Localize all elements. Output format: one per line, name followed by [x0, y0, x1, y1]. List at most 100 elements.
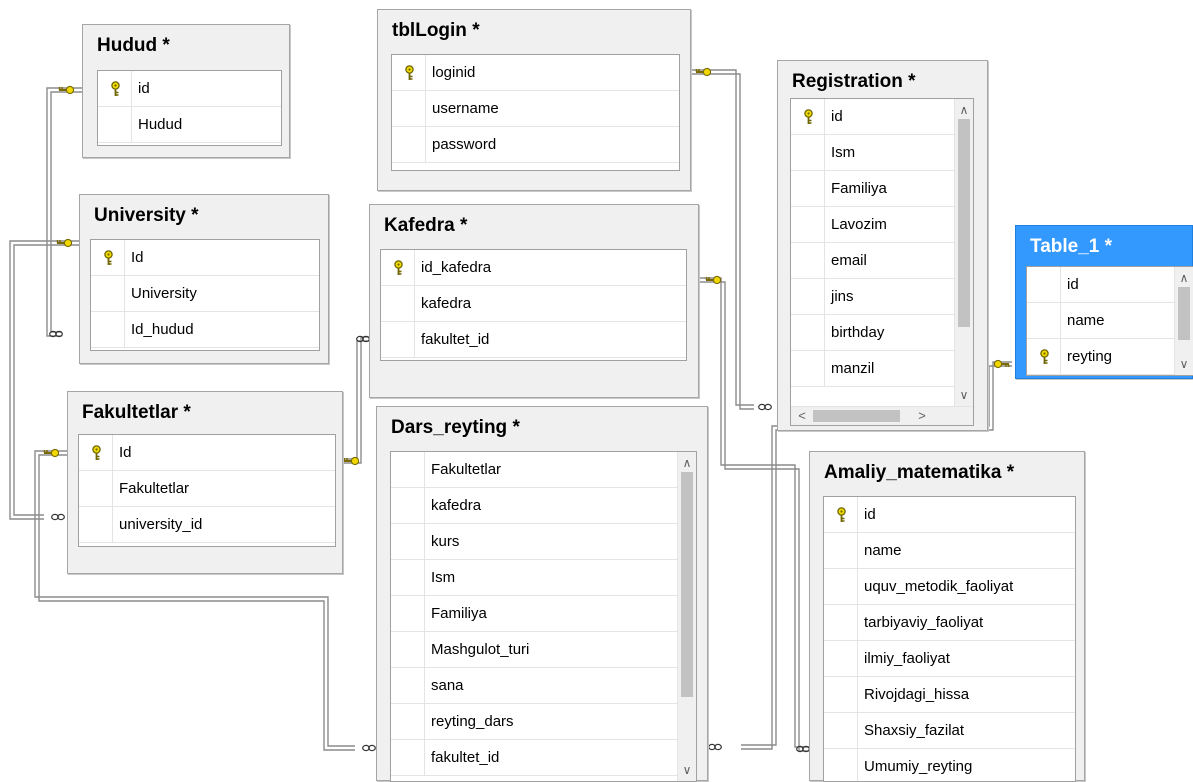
column-row[interactable]: Ism — [391, 560, 677, 596]
horizontal-scrollbar[interactable]: < > — [791, 406, 973, 425]
row-selector[interactable] — [1027, 267, 1061, 302]
table-registration[interactable]: Registration * id Ism Familiya Lavozim email… — [777, 60, 988, 431]
row-selector[interactable] — [824, 533, 858, 568]
scroll-up-arrow-icon[interactable]: ∧ — [678, 456, 696, 470]
column-row[interactable]: Umumiy_reyting — [824, 749, 1075, 781]
row-selector[interactable] — [791, 279, 825, 314]
table-amaliy-matematika[interactable]: Amaliy_matematika * id name uquv_metodik_f… — [809, 451, 1085, 782]
scroll-up-arrow-icon[interactable]: ∧ — [1175, 271, 1193, 285]
column-row[interactable]: jins — [791, 279, 954, 315]
row-selector[interactable] — [391, 560, 425, 595]
row-selector[interactable] — [79, 471, 113, 506]
column-row[interactable]: kafedra — [391, 488, 677, 524]
column-row[interactable]: birthday — [791, 315, 954, 351]
row-selector[interactable] — [824, 569, 858, 604]
row-selector[interactable] — [791, 243, 825, 278]
row-selector[interactable] — [91, 312, 125, 347]
scroll-left-arrow-icon[interactable]: < — [793, 408, 811, 424]
column-row[interactable]: username — [392, 91, 679, 127]
row-selector[interactable] — [824, 605, 858, 640]
column-row[interactable]: password — [392, 127, 679, 163]
scroll-right-arrow-icon[interactable]: > — [913, 408, 931, 424]
row-selector[interactable] — [791, 315, 825, 350]
scroll-down-arrow-icon[interactable]: ∨ — [678, 763, 696, 777]
row-selector[interactable] — [791, 207, 825, 242]
row-selector[interactable] — [391, 632, 425, 667]
row-selector[interactable] — [392, 91, 426, 126]
column-row[interactable]: Ism — [791, 135, 954, 171]
table-university[interactable]: University * Id University Id_hudud — [79, 194, 329, 364]
scroll-down-arrow-icon[interactable]: ∨ — [1175, 357, 1193, 371]
column-row[interactable]: Fakultetlar — [79, 471, 335, 507]
column-row[interactable]: name — [824, 533, 1075, 569]
row-selector[interactable] — [391, 704, 425, 739]
column-row[interactable]: sana — [391, 668, 677, 704]
row-selector[interactable] — [391, 452, 425, 487]
scrollbar-thumb[interactable] — [813, 410, 900, 422]
column-row[interactable]: loginid — [392, 55, 679, 91]
scroll-up-arrow-icon[interactable]: ∧ — [955, 103, 973, 117]
row-selector[interactable] — [391, 668, 425, 703]
table-dars-reyting[interactable]: Dars_reyting * Fakultetlar kafedra kurs Ism… — [376, 406, 708, 782]
column-row[interactable]: Rivojdagi_hissa — [824, 677, 1075, 713]
column-row[interactable]: Mashgulot_turi — [391, 632, 677, 668]
row-selector[interactable] — [791, 135, 825, 170]
vertical-scrollbar[interactable]: ∧ ∨ — [1174, 267, 1193, 375]
column-row[interactable]: fakultet_id — [391, 740, 677, 776]
column-row[interactable]: id — [824, 497, 1075, 533]
row-selector[interactable] — [381, 322, 415, 357]
column-row[interactable]: email — [791, 243, 954, 279]
row-selector[interactable] — [824, 677, 858, 712]
column-row[interactable]: manzil — [791, 351, 954, 387]
table-fakultetlar[interactable]: Fakultetlar * Id Fakultetlar university_id — [67, 391, 343, 574]
column-row[interactable]: Familiya — [791, 171, 954, 207]
table-kafedra[interactable]: Kafedra * id_kafedra kafedra fakultet_id — [369, 204, 699, 398]
column-row[interactable]: Shaxsiy_fazilat — [824, 713, 1075, 749]
row-selector[interactable] — [824, 749, 858, 781]
vertical-scrollbar[interactable]: ∧ ∨ — [954, 99, 973, 406]
scroll-down-arrow-icon[interactable]: ∨ — [955, 388, 973, 402]
column-row[interactable]: id — [791, 99, 954, 135]
row-selector[interactable] — [1027, 303, 1061, 338]
row-selector[interactable] — [824, 713, 858, 748]
column-row[interactable]: reyting_dars — [391, 704, 677, 740]
row-selector[interactable] — [98, 107, 132, 142]
scrollbar-thumb[interactable] — [681, 472, 693, 697]
row-selector[interactable] — [824, 641, 858, 676]
column-row[interactable]: University — [91, 276, 319, 312]
row-selector[interactable] — [392, 127, 426, 162]
row-selector[interactable] — [91, 276, 125, 311]
column-row[interactable]: Lavozim — [791, 207, 954, 243]
column-row[interactable]: uquv_metodik_faoliyat — [824, 569, 1075, 605]
vertical-scrollbar[interactable]: ∧ ∨ — [677, 452, 696, 781]
row-selector[interactable] — [79, 507, 113, 542]
row-selector[interactable] — [381, 286, 415, 321]
row-selector[interactable] — [791, 351, 825, 386]
column-row[interactable]: id — [98, 71, 281, 107]
column-row[interactable]: Id — [79, 435, 335, 471]
column-row[interactable]: Id — [91, 240, 319, 276]
column-row[interactable]: id — [1027, 267, 1174, 303]
scrollbar-thumb[interactable] — [958, 119, 970, 327]
row-selector[interactable] — [391, 596, 425, 631]
table-tbllogin[interactable]: tblLogin * loginid username password — [377, 9, 691, 191]
column-row[interactable]: Id_hudud — [91, 312, 319, 348]
column-row[interactable]: ilmiy_faoliyat — [824, 641, 1075, 677]
column-row[interactable]: kafedra — [381, 286, 686, 322]
table-table-1[interactable]: Table_1 * id name reyting ∧ ∨ — [1015, 225, 1193, 379]
column-row[interactable]: university_id — [79, 507, 335, 543]
column-row[interactable]: fakultet_id — [381, 322, 686, 358]
column-row[interactable]: reyting — [1027, 339, 1174, 375]
row-selector[interactable] — [391, 488, 425, 523]
column-row[interactable]: tarbiyaviy_faoliyat — [824, 605, 1075, 641]
column-row[interactable]: id_kafedra — [381, 250, 686, 286]
row-selector[interactable] — [391, 524, 425, 559]
row-selector[interactable] — [391, 740, 425, 775]
column-row[interactable]: Hudud — [98, 107, 281, 143]
column-row[interactable]: Familiya — [391, 596, 677, 632]
column-row[interactable]: kurs — [391, 524, 677, 560]
column-row[interactable]: name — [1027, 303, 1174, 339]
row-selector[interactable] — [791, 171, 825, 206]
column-row[interactable]: Fakultetlar — [391, 452, 677, 488]
scrollbar-thumb[interactable] — [1178, 287, 1190, 340]
